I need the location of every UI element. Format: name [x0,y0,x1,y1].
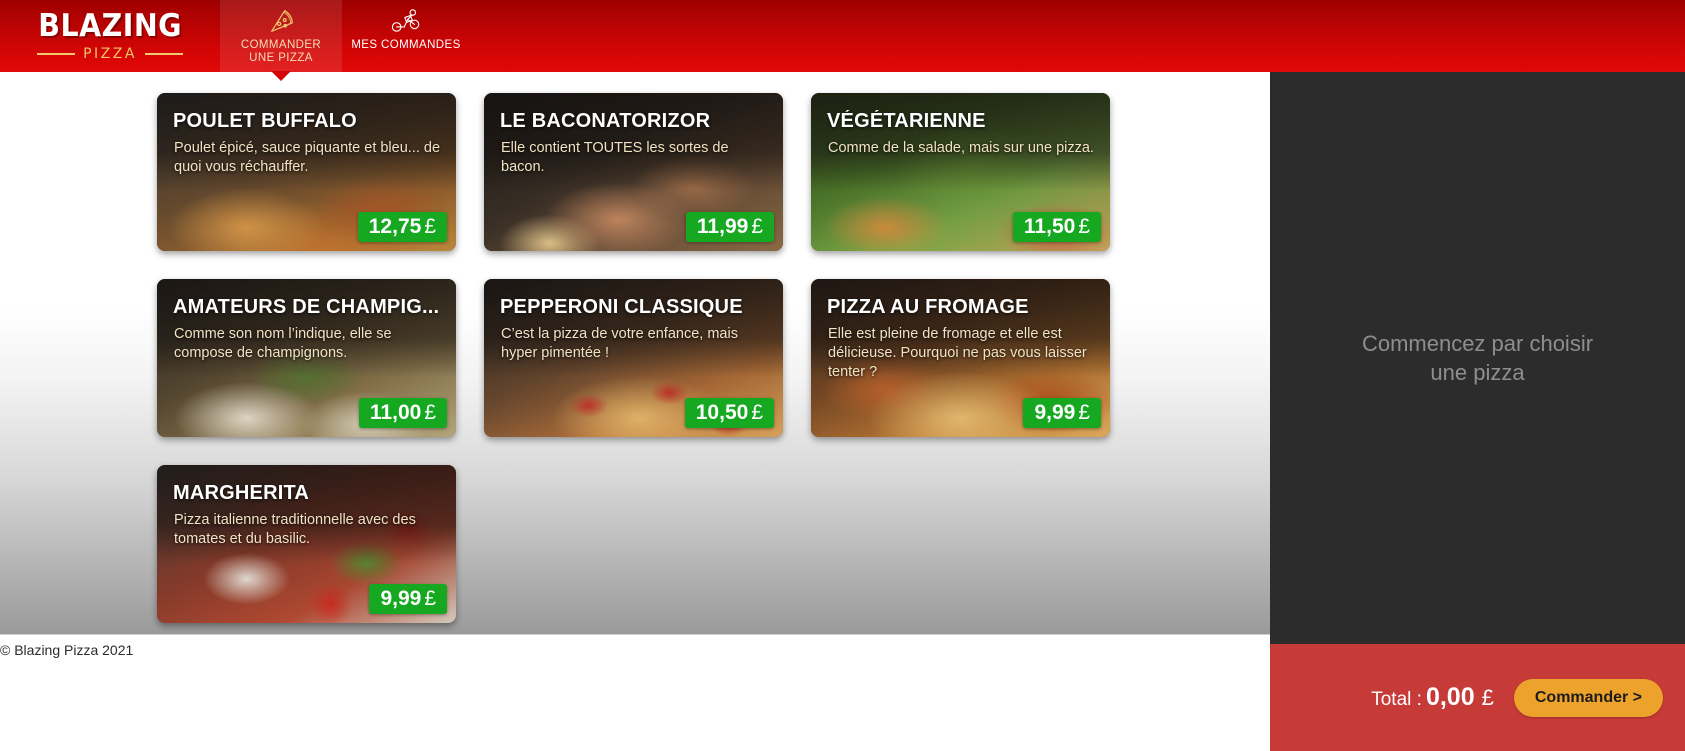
price-currency: £ [424,401,436,424]
site-footer: © Blazing Pizza 2021 [0,634,1270,751]
price-currency: £ [1078,401,1090,424]
pizza-name: MARGHERITA [173,482,310,504]
sidebar-item-label-orders: MES COMMANDES [351,39,461,51]
pizza-card[interactable]: AMATEURS DE CHAMPIG... Comme son nom l’i… [157,279,456,437]
price-amount: 10,50 [695,401,749,424]
brand-logo[interactable]: BLAZING PIZZA [0,0,220,72]
pizza-price-badge: 10,50 £ [684,398,774,428]
scooter-delivery-icon [389,6,423,36]
pizza-card[interactable]: POULET BUFFALO Poulet épicé, sauce piqua… [157,93,456,251]
pizza-name: LE BACONATORIZOR [500,110,711,132]
pizza-price-badge: 9,99 £ [369,584,447,614]
pizza-description: Comme de la salade, mais sur une pizza. [828,140,1094,156]
price-currency: £ [751,215,763,238]
site-header: BLAZING PIZZA COMMANDER UNE PIZZA MES CO… [0,0,1685,72]
brand-tagline: PIZZA [83,46,137,62]
pizza-card[interactable]: VÉGÉTARIENNE Comme de la salade, mais su… [811,93,1110,251]
pizza-name: PIZZA AU FROMAGE [827,296,1029,318]
pizza-description: Elle est pleine de fromage et elle est d… [828,326,1087,380]
pizza-description: Pizza italienne traditionnelle avec des … [174,512,416,547]
pizza-grid: POULET BUFFALO Poulet épicé, sauce piqua… [157,93,1117,623]
price-amount: 11,00 [369,401,422,424]
order-summary-bar: Total :0,00 £ Commander > [1270,644,1685,751]
pizza-name: POULET BUFFALO [173,110,357,132]
pizza-name: VÉGÉTARIENNE [827,110,986,132]
price-amount: 9,99 [380,587,422,610]
pizza-price-badge: 9,99 £ [1023,398,1101,428]
pizza-name: AMATEURS DE CHAMPIG... [173,296,440,318]
pizza-description: C’est la pizza de votre enfance, mais hy… [501,326,738,361]
logo-rule-left [37,53,76,55]
pizza-card[interactable]: MARGHERITA Pizza italienne traditionnell… [157,465,456,623]
pizza-slice-icon [266,6,296,36]
price-amount: 11,99 [696,215,749,238]
sidebar-item-order-pizza[interactable]: COMMANDER UNE PIZZA [220,0,342,72]
pizza-description: Elle contient TOUTES les sortes de bacon… [501,140,729,175]
pizza-card[interactable]: LE BACONATORIZOR Elle contient TOUTES le… [484,93,783,251]
cart-empty-message: Commencez par choisir une pizza [1361,331,1594,385]
logo-rule-right [144,53,183,55]
sidebar-item-label-order: COMMANDER UNE PIZZA [240,39,322,64]
price-currency: £ [751,401,763,424]
cart-panel: Commencez par choisir une pizza [1270,72,1685,644]
pizza-price-badge: 12,75 £ [357,212,447,242]
brand-name: BLAZING [38,8,182,44]
order-total-value: 0,00 [1425,683,1475,711]
price-amount: 9,99 [1034,401,1076,424]
pizza-description: Poulet épicé, sauce piquante et bleu... … [174,140,441,175]
pizza-card[interactable]: PEPPERONI CLASSIQUE C’est la pizza de vo… [484,279,783,437]
price-currency: £ [1078,215,1090,238]
pizza-price-badge: 11,99 £ [685,212,774,242]
blazing-pizza-app: BLAZING PIZZA COMMANDER UNE PIZZA MES CO… [0,0,1685,751]
price-amount: 11,50 [1023,215,1076,238]
price-currency: £ [424,215,436,238]
order-button[interactable]: Commander > [1513,678,1663,717]
footer-copyright: © Blazing Pizza 2021 [0,642,134,658]
order-total-currency: £ [1481,685,1494,710]
pizza-price-badge: 11,50 £ [1012,212,1101,242]
price-currency: £ [424,587,436,610]
pizza-name: PEPPERONI CLASSIQUE [500,296,743,318]
pizza-description: Comme son nom l’indique, elle se compose… [174,326,392,361]
menu-area: POULET BUFFALO Poulet épicé, sauce piqua… [0,72,1270,634]
pizza-card[interactable]: PIZZA AU FROMAGE Elle est pleine de from… [811,279,1110,437]
order-total-label: Total : [1371,689,1422,710]
pizza-price-badge: 11,00 £ [358,398,447,428]
price-amount: 12,75 [368,215,422,238]
brand-tagline-row: PIZZA [37,47,183,61]
sidebar-item-my-orders[interactable]: MES COMMANDES [342,0,470,72]
order-total: Total :0,00 £ [1371,683,1494,712]
